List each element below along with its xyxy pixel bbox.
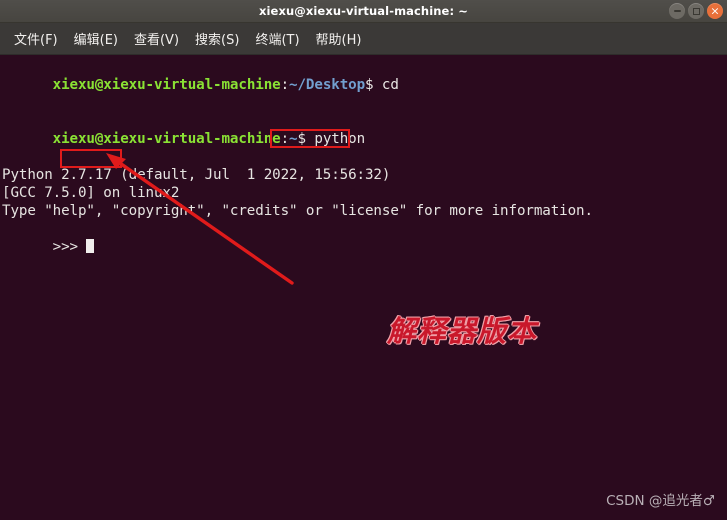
prompt-path: ~/Desktop xyxy=(289,77,366,93)
maximize-button[interactable] xyxy=(688,3,704,19)
terminal-line-help-hint: Type "help", "copyright", "credits" or "… xyxy=(2,203,593,219)
prompt-colon: : xyxy=(280,131,290,147)
watermark: CSDN @追光者♂ xyxy=(606,493,715,509)
terminal-line-gcc: [GCC 7.5.0] on linux2 xyxy=(2,185,180,201)
terminal-output-area[interactable]: xiexu@xiexu-virtual-machine:~/Desktop$ c… xyxy=(0,55,727,520)
title-bar: xiexu@xiexu-virtual-machine: ~ × xyxy=(0,0,727,23)
menu-item-terminal[interactable]: 终端(T) xyxy=(247,27,307,50)
prompt-user-host: xiexu@xiexu-virtual-machine xyxy=(52,131,281,147)
prompt-path: ~ xyxy=(289,131,298,147)
text-cursor xyxy=(86,239,95,253)
terminal-line-python-version: Python 2.7.17 (default, Jul 1 2022, 15:5… xyxy=(2,167,391,183)
menu-item-edit[interactable]: 编辑(E) xyxy=(66,27,126,50)
close-button[interactable]: × xyxy=(707,3,723,19)
terminal-line-repl-prompt: >>> xyxy=(2,220,727,274)
minimize-icon xyxy=(673,10,681,12)
prompt-user-host: xiexu@xiexu-virtual-machine xyxy=(52,77,281,93)
minimize-button[interactable] xyxy=(669,3,685,19)
menu-item-search[interactable]: 搜索(S) xyxy=(187,27,247,50)
menu-item-file[interactable]: 文件(F) xyxy=(6,27,66,50)
window-controls: × xyxy=(669,0,723,22)
close-icon: × xyxy=(710,4,720,17)
prompt-colon: : xyxy=(280,77,290,93)
terminal-window: xiexu@xiexu-virtual-machine: ~ × 文件(F) 编… xyxy=(0,0,727,520)
repl-prompt-chevrons: >>> xyxy=(52,239,87,255)
annotation-callout-text: 解释器版本 xyxy=(387,314,538,348)
menu-bar: 文件(F) 编辑(E) 查看(V) 搜索(S) 终端(T) 帮助(H) xyxy=(0,23,727,55)
menu-item-view[interactable]: 查看(V) xyxy=(126,27,187,50)
window-title: xiexu@xiexu-virtual-machine: ~ xyxy=(259,4,468,18)
maximize-icon xyxy=(692,7,700,15)
command-cd: $ cd xyxy=(365,77,399,93)
command-python: $ python xyxy=(297,131,366,147)
terminal-line: xiexu@xiexu-virtual-machine:~$ python xyxy=(2,112,727,166)
menu-item-help[interactable]: 帮助(H) xyxy=(308,27,370,50)
terminal-line: xiexu@xiexu-virtual-machine:~/Desktop$ c… xyxy=(2,58,727,112)
